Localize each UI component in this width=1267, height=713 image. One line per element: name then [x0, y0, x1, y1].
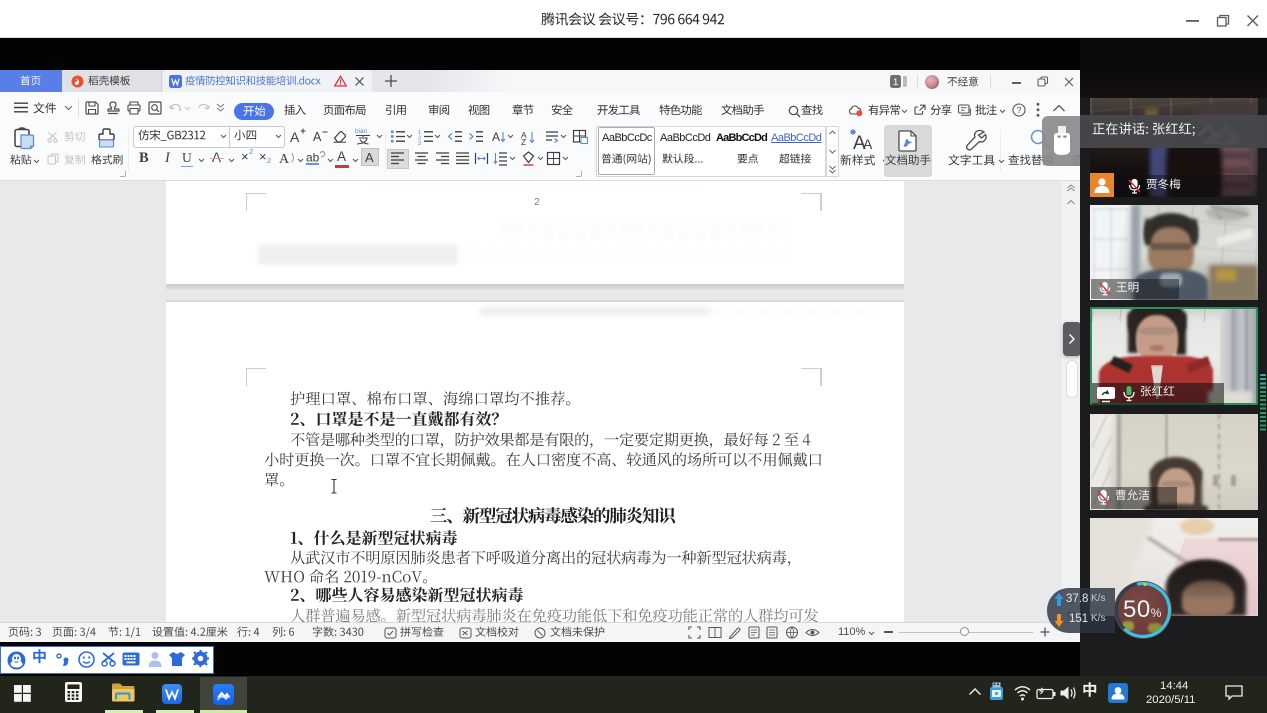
svg-text:bian: bian [355, 128, 368, 135]
svg-text:A: A [279, 152, 290, 166]
svg-text:3: 3 [418, 141, 421, 146]
svg-text:ab: ab [306, 151, 320, 165]
svg-text:Z: Z [521, 137, 526, 146]
svg-text:A: A [492, 130, 500, 144]
svg-text:?: ? [1017, 105, 1022, 115]
svg-text:A: A [863, 136, 873, 152]
